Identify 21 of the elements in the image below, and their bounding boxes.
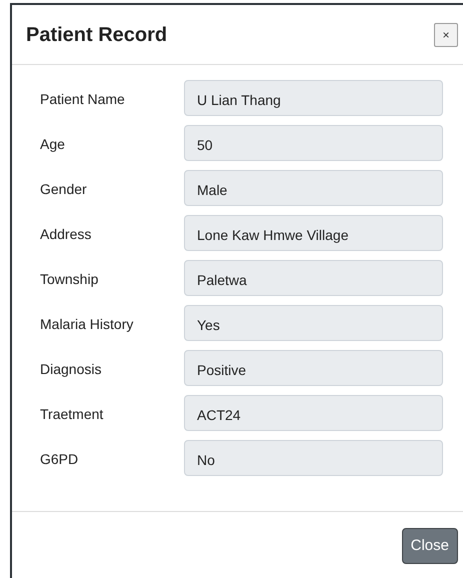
input-field[interactable]: No <box>184 440 443 476</box>
input-field[interactable]: Positive <box>184 350 443 386</box>
input-field[interactable]: Paletwa <box>184 260 443 296</box>
field-label: Patient Name <box>40 90 126 109</box>
field-label: G6PD <box>40 450 80 469</box>
field-label: Gender <box>40 180 88 199</box>
field-label: Address <box>40 225 92 244</box>
dialog-title: Patient Record <box>26 22 168 48</box>
input-field[interactable]: ACT24 <box>184 395 443 431</box>
field-label: Traetment <box>40 405 104 424</box>
field-label: Age <box>40 135 66 154</box>
field-label: Malaria History <box>40 315 134 334</box>
close-button[interactable]: × <box>434 22 458 46</box>
field-label: Township <box>40 270 100 289</box>
input-field[interactable]: Yes <box>184 305 443 341</box>
input-field[interactable]: U Lian Thang <box>184 80 443 116</box>
input-field[interactable]: 50 <box>184 125 443 161</box>
input-field[interactable]: Male <box>184 170 443 206</box>
field-label: Diagnosis <box>40 360 102 379</box>
close-button[interactable]: Close <box>402 528 458 564</box>
input-field[interactable]: Lone Kaw Hmwe Village <box>184 215 443 251</box>
